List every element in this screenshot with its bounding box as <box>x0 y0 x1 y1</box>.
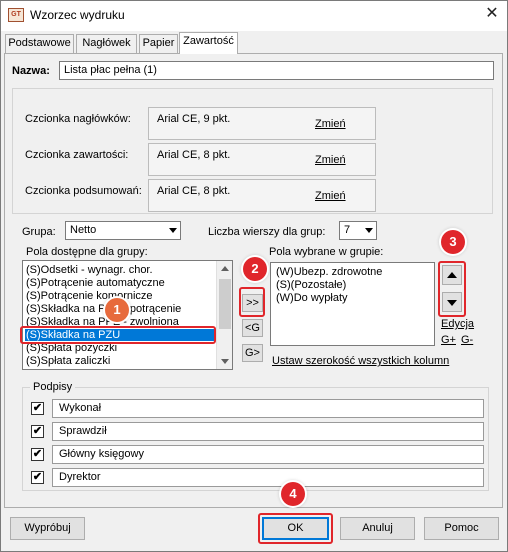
annotation-badge-1: 1 <box>105 298 129 322</box>
font-content-label: Czcionka zawartości: <box>25 149 129 161</box>
rows-select[interactable]: 7 <box>339 221 377 240</box>
list-item[interactable]: (W)Ubezp. zdrowotne <box>276 266 382 278</box>
cancel-button[interactable]: Anuluj <box>340 517 415 540</box>
close-icon[interactable]: ✕ <box>482 4 502 24</box>
app-icon: GT <box>8 8 24 22</box>
chevron-down-icon <box>365 228 373 233</box>
highlight-add-all-button <box>239 287 265 317</box>
group-label: Grupa: <box>22 226 56 238</box>
add-group-button[interactable]: G> <box>242 344 263 362</box>
annotation-badge-2: 2 <box>243 257 267 281</box>
name-label: Nazwa: <box>12 65 50 77</box>
group-select-value: Netto <box>70 224 97 236</box>
signature-checkbox-2[interactable]: ✔ <box>31 425 44 438</box>
signature-checkbox-1[interactable]: ✔ <box>31 402 44 415</box>
font-header-value: Arial CE, 9 pkt. <box>157 113 231 125</box>
edit-link[interactable]: Edycja <box>441 318 474 330</box>
name-input[interactable]: Lista płac pełna (1) <box>59 61 494 80</box>
selected-list[interactable]: (W)Ubezp. zdrowotne (S)(Pozostałe) (W)Do… <box>270 262 435 346</box>
rows-label: Liczba wierszy dla grup: <box>208 226 326 238</box>
signature-field-2[interactable]: Sprawdził <box>52 422 484 441</box>
list-item[interactable]: (W)Do wypłaty <box>276 292 348 304</box>
group-minus-link[interactable]: G- <box>461 334 473 346</box>
tab-zawartosc[interactable]: Zawartość <box>179 32 238 54</box>
try-button[interactable]: Wypróbuj <box>10 517 85 540</box>
signature-field-1[interactable]: Wykonał <box>52 399 484 418</box>
annotation-badge-4: 4 <box>281 482 305 506</box>
scroll-thumb[interactable] <box>219 279 231 329</box>
remove-group-button[interactable]: <G <box>242 319 263 337</box>
list-item[interactable]: (S)Składka na PPE - potrącenie <box>26 303 181 315</box>
highlight-selected-field <box>20 326 216 344</box>
font-summary-change-link[interactable]: Zmień <box>315 190 346 202</box>
list-item[interactable]: (S)Potrącenie automatyczne <box>26 277 165 289</box>
font-content-change-link[interactable]: Zmień <box>315 154 346 166</box>
list-item[interactable]: (S)Odsetki - wynagr. chor. <box>26 264 153 276</box>
annotation-badge-3: 3 <box>441 230 465 254</box>
font-header-label: Czcionka nagłówków: <box>25 113 131 125</box>
font-summary-label: Czcionka podsumowań: <box>25 185 142 197</box>
signature-field-4[interactable]: Dyrektor <box>52 468 484 487</box>
tab-podstawowe[interactable]: Podstawowe <box>5 34 74 53</box>
list-item[interactable]: (S)Potrącenie komornicze <box>26 290 153 302</box>
highlight-move-buttons <box>438 261 466 317</box>
group-plus-link[interactable]: G+ <box>441 334 456 346</box>
highlight-ok-button <box>258 513 333 544</box>
signature-checkbox-4[interactable]: ✔ <box>31 471 44 484</box>
window-title: Wzorzec wydruku <box>30 8 125 22</box>
tab-strip: Podstawowe Nagłówek Papier Zawartość <box>5 32 245 54</box>
available-scrollbar[interactable] <box>216 261 232 369</box>
help-button[interactable]: Pomoc <box>424 517 499 540</box>
list-item[interactable]: (S)(Pozostałe) <box>276 279 346 291</box>
tab-papier[interactable]: Papier <box>139 34 178 53</box>
chevron-down-icon <box>169 228 177 233</box>
selected-label: Pola wybrane w grupie: <box>269 246 384 258</box>
font-summary-value: Arial CE, 8 pkt. <box>157 185 231 197</box>
font-content-value: Arial CE, 8 pkt. <box>157 149 231 161</box>
signatures-legend: Podpisy <box>30 381 76 393</box>
font-header-change-link[interactable]: Zmień <box>315 118 346 130</box>
scroll-up-icon[interactable] <box>217 261 232 277</box>
set-column-widths-link[interactable]: Ustaw szerokość wszystkich kolumn <box>272 355 449 367</box>
tab-naglowek[interactable]: Nagłówek <box>76 34 137 53</box>
list-item[interactable]: (S)Spłata zaliczki <box>26 355 110 367</box>
group-select[interactable]: Netto <box>65 221 181 240</box>
rows-select-value: 7 <box>344 224 351 236</box>
signature-field-3[interactable]: Główny księgowy <box>52 445 484 464</box>
available-label: Pola dostępne dla grupy: <box>26 246 148 258</box>
signature-checkbox-3[interactable]: ✔ <box>31 448 44 461</box>
scroll-down-icon[interactable] <box>217 353 232 369</box>
